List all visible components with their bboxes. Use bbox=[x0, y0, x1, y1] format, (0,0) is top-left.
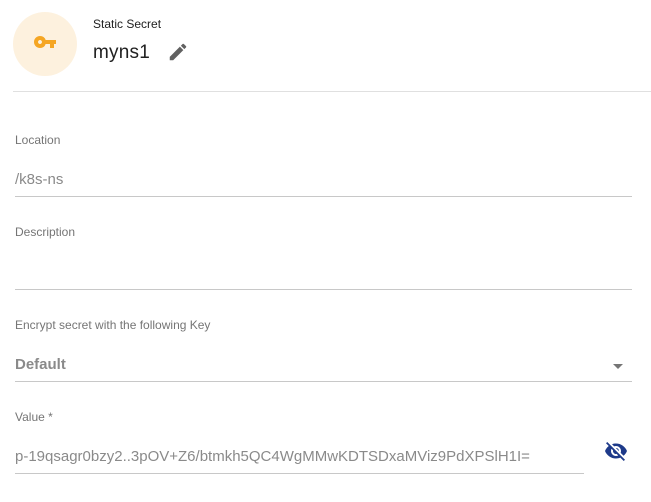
eye-off-icon bbox=[604, 439, 628, 468]
description-input[interactable] bbox=[15, 262, 631, 282]
value-underline bbox=[15, 473, 584, 474]
description-underline bbox=[15, 289, 632, 290]
pencil-icon bbox=[167, 41, 189, 68]
key-icon bbox=[33, 30, 57, 59]
location-underline bbox=[15, 196, 632, 197]
value-input[interactable]: p-19qsagr0bzy2..3pOV+Z6/btmkh5QC4WgMMwKD… bbox=[15, 448, 583, 465]
header-divider bbox=[13, 91, 651, 92]
location-label: Location bbox=[15, 133, 61, 147]
description-label: Description bbox=[15, 225, 76, 239]
encryption-key-label: Encrypt secret with the following Key bbox=[15, 318, 211, 332]
edit-name-button[interactable] bbox=[166, 42, 190, 66]
secret-name: myns1 bbox=[93, 42, 150, 63]
chevron-down-icon[interactable] bbox=[613, 364, 623, 369]
secret-avatar bbox=[13, 12, 77, 76]
value-label: Value * bbox=[15, 410, 53, 424]
secret-details-panel: Static Secret myns1 Location /k8s-ns Des… bbox=[0, 0, 651, 502]
location-input[interactable]: /k8s-ns bbox=[15, 171, 631, 188]
toggle-visibility-button[interactable] bbox=[603, 441, 629, 465]
encryption-key-select[interactable]: Default bbox=[15, 356, 66, 373]
encryption-key-underline bbox=[15, 381, 632, 382]
secret-type-label: Static Secret bbox=[93, 17, 162, 31]
